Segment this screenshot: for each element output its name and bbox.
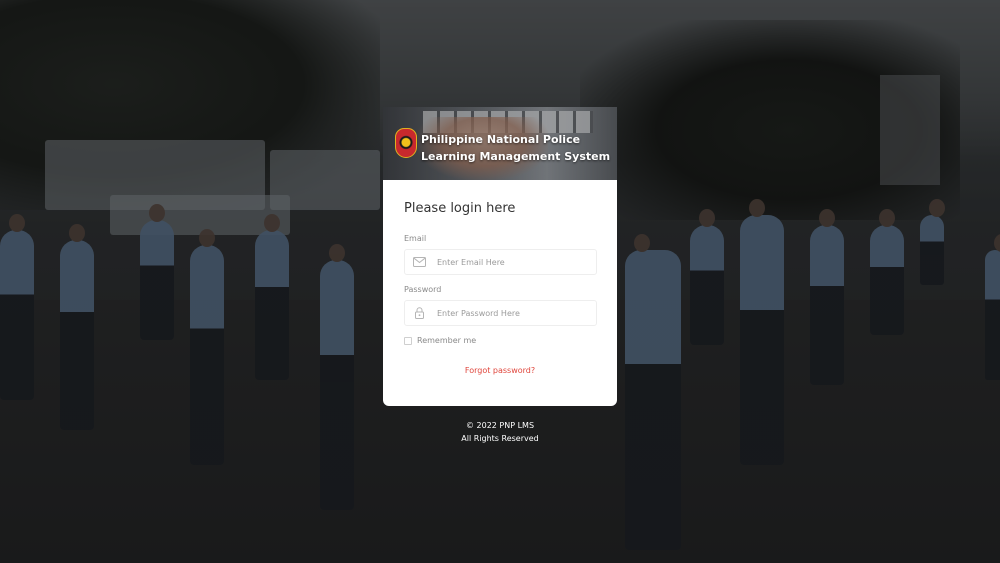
envelope-icon (405, 250, 433, 274)
banner-header: Philippine National Police Learning Mana… (383, 107, 617, 180)
remember-me-row: Remember me (404, 336, 476, 345)
footer: © 2022 PNP LMS All Rights Reserved (400, 419, 600, 445)
pnp-seal-logo (395, 128, 417, 158)
banner-title: Philippine National Police Learning Mana… (421, 131, 610, 165)
remember-me-label: Remember me (417, 336, 477, 345)
banner-title-line1: Philippine National Police (421, 133, 581, 146)
email-input[interactable] (433, 251, 593, 273)
password-input[interactable] (433, 302, 593, 324)
forgot-password-link[interactable]: Forgot password? (383, 366, 617, 375)
email-field[interactable] (404, 249, 597, 275)
email-label: Email (404, 234, 427, 243)
password-label: Password (404, 285, 442, 294)
footer-rights: All Rights Reserved (461, 434, 539, 443)
footer-copyright: © 2022 PNP LMS (465, 421, 535, 430)
login-heading: Please login here (404, 201, 516, 216)
password-field[interactable] (404, 300, 597, 326)
banner-title-line2: Learning Management System (421, 150, 611, 163)
login-card: Philippine National Police Learning Mana… (383, 107, 617, 406)
lock-icon (405, 301, 433, 325)
remember-me-checkbox[interactable] (404, 336, 412, 345)
